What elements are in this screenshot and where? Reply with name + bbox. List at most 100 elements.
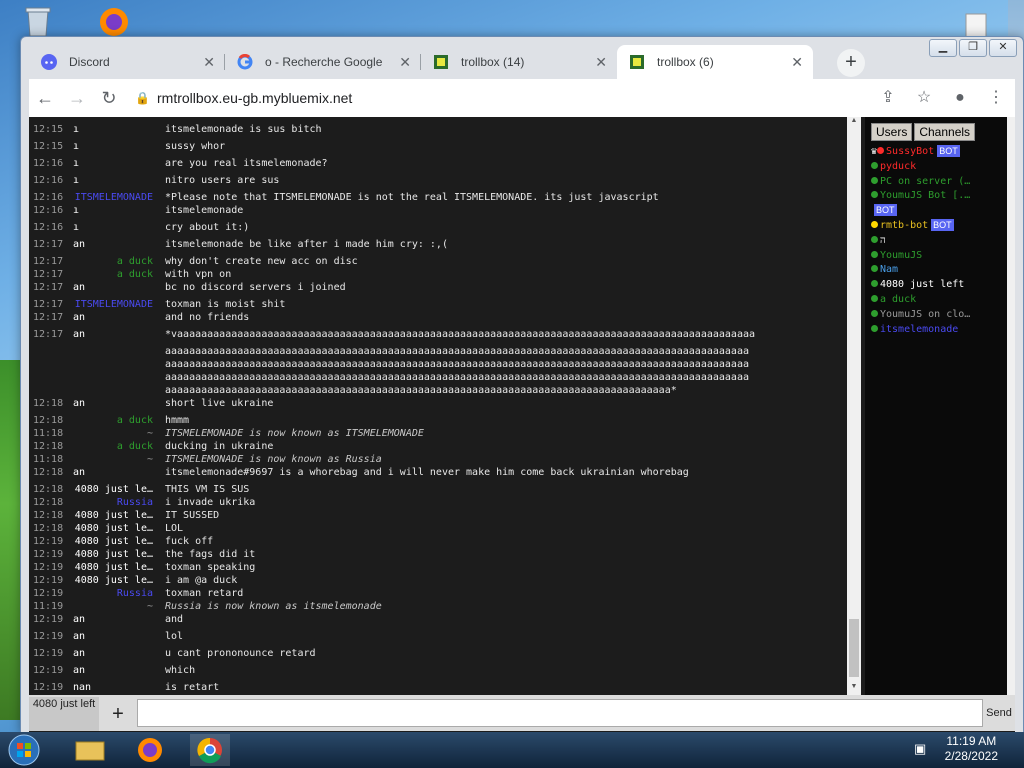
bot-badge: BOT bbox=[931, 219, 954, 231]
minimize-button[interactable]: ▁ bbox=[929, 39, 957, 57]
trollbox-icon bbox=[434, 55, 448, 69]
add-button[interactable]: + bbox=[105, 701, 131, 727]
message-nick[interactable]: an bbox=[73, 466, 153, 479]
message-nick[interactable]: a duck bbox=[73, 255, 153, 268]
maximize-button[interactable]: ❐ bbox=[959, 39, 987, 57]
user-list-item[interactable]: a duck bbox=[871, 293, 916, 306]
message-nick[interactable]: an bbox=[73, 328, 153, 341]
user-list-item[interactable]: rmtb-bot BOT bbox=[871, 219, 954, 232]
current-channel-button[interactable]: 4080 just left bbox=[29, 697, 99, 731]
user-list-scrollbar[interactable] bbox=[1007, 117, 1015, 695]
menu-kebab-icon[interactable]: ⋮ bbox=[983, 84, 1009, 112]
message-nick[interactable]: an bbox=[73, 238, 153, 251]
windows-start-icon[interactable] bbox=[4, 732, 44, 768]
user-list-item[interactable]: itsmelemonade bbox=[871, 323, 958, 336]
tab-close-icon[interactable]: ✕ bbox=[791, 45, 803, 79]
message-nick[interactable]: an bbox=[73, 613, 153, 626]
message-nick[interactable]: nan bbox=[73, 681, 153, 694]
share-icon[interactable]: ⇪ bbox=[875, 84, 901, 112]
message-nick[interactable]: 4080 just le… bbox=[73, 561, 153, 574]
forward-arrow-icon[interactable]: → bbox=[61, 82, 93, 114]
user-list-item[interactable]: pyduck bbox=[871, 160, 916, 173]
system-clock[interactable]: 11:19 AM 2/28/2022 bbox=[945, 734, 998, 764]
message-nick[interactable]: 4080 just le… bbox=[73, 522, 153, 535]
message-nick[interactable]: a duck bbox=[73, 440, 153, 453]
message-nick[interactable]: ı bbox=[73, 123, 153, 136]
scroll-up-icon[interactable]: ▲ bbox=[847, 117, 861, 129]
back-arrow-icon[interactable]: ← bbox=[29, 82, 61, 114]
message-text: *Please note that ITSMELEMONADE is not t… bbox=[165, 192, 659, 203]
tab-discord[interactable]: Discord ✕ bbox=[29, 45, 225, 79]
message-nick[interactable]: an bbox=[73, 311, 153, 324]
message-nick[interactable]: an bbox=[73, 664, 153, 677]
chat-message-row: 12:16 ı nitro users are sus bbox=[29, 174, 847, 187]
scrollbar-thumb[interactable] bbox=[849, 619, 859, 677]
tab-users[interactable]: Users bbox=[871, 123, 913, 141]
tab-trollbox-14[interactable]: trollbox (14) ✕ bbox=[421, 45, 617, 79]
message-nick[interactable]: ı bbox=[73, 157, 153, 170]
bookmark-star-icon[interactable]: ☆ bbox=[911, 84, 937, 112]
message-nick[interactable]: ITSMELEMONADE bbox=[73, 298, 153, 311]
message-nick[interactable]: an bbox=[73, 397, 153, 410]
chat-log[interactable]: 12:15 ı itsmelemonade is sus bitch 12:15 ı su… bbox=[29, 117, 847, 695]
message-nick[interactable]: 4080 just le… bbox=[73, 574, 153, 587]
file-explorer-icon[interactable] bbox=[70, 734, 110, 766]
chat-scrollbar[interactable]: ▲ ▼ bbox=[847, 117, 861, 695]
firefox-taskbar-icon[interactable] bbox=[130, 734, 170, 766]
message-time: 11:18 bbox=[33, 454, 64, 465]
user-list-item[interactable]: YoumuJS on clo… bbox=[871, 308, 970, 321]
message-nick[interactable]: ı bbox=[73, 204, 153, 217]
tab-close-icon[interactable]: ✕ bbox=[399, 45, 411, 79]
user-list-item[interactable]: 4080 just left bbox=[871, 278, 964, 291]
tab-title: Discord bbox=[69, 55, 110, 69]
message-nick[interactable]: 4080 just le… bbox=[73, 548, 153, 561]
message-nick[interactable]: an bbox=[73, 630, 153, 643]
message-nick[interactable]: Russia bbox=[73, 496, 153, 509]
tab-trollbox-6[interactable]: trollbox (6) ✕ bbox=[617, 45, 813, 79]
message-nick[interactable]: ı bbox=[73, 221, 153, 234]
reload-icon[interactable]: ↻ bbox=[93, 82, 125, 114]
message-nick[interactable]: 4080 just le… bbox=[73, 483, 153, 496]
message-nick[interactable]: 4080 just le… bbox=[73, 509, 153, 522]
chat-message-row: 12:19 an which bbox=[29, 664, 847, 677]
message-nick[interactable]: Russia bbox=[73, 587, 153, 600]
status-dot-icon bbox=[871, 235, 878, 243]
user-list-item[interactable]: ה bbox=[871, 234, 886, 247]
user-list-item[interactable]: BOT bbox=[871, 204, 897, 217]
tab-google[interactable]: o - Recherche Google ✕ bbox=[225, 45, 421, 79]
user-list-item[interactable]: Nam bbox=[871, 263, 898, 276]
message-nick[interactable]: ı bbox=[73, 174, 153, 187]
send-button[interactable]: Send bbox=[983, 699, 1015, 727]
message-text: aaaaaaaaaaaaaaaaaaaaaaaaaaaaaaaaaaaaaaaa… bbox=[165, 346, 749, 357]
firefox-desktop-icon[interactable] bbox=[96, 4, 132, 40]
chrome-taskbar-icon[interactable] bbox=[190, 734, 230, 766]
lock-icon[interactable]: 🔒 bbox=[135, 91, 151, 105]
tab-close-icon[interactable]: ✕ bbox=[595, 45, 607, 79]
recycle-bin-icon[interactable] bbox=[20, 4, 56, 40]
message-nick[interactable]: an bbox=[73, 281, 153, 294]
message-nick[interactable]: a duck bbox=[73, 414, 153, 427]
user-list-item[interactable]: YoumuJS bbox=[871, 249, 922, 262]
message-nick[interactable]: ~ bbox=[73, 453, 153, 466]
new-tab-button[interactable]: + bbox=[837, 49, 865, 77]
message-nick[interactable]: ı bbox=[73, 140, 153, 153]
user-list-item[interactable]: PC on server (… bbox=[871, 175, 970, 188]
message-nick[interactable]: 4080 just le… bbox=[73, 535, 153, 548]
address-bar[interactable]: 🔒 rmtrollbox.eu-gb.mybluemix.net bbox=[129, 84, 829, 112]
user-list-item[interactable]: YoumuJS Bot [.… bbox=[871, 189, 970, 202]
user-list-item[interactable]: ♛ SussyBot BOT bbox=[871, 145, 960, 158]
network-tray-icon[interactable]: ▣ bbox=[914, 741, 932, 759]
chat-message-row: 12:16 ı itsmelemonade bbox=[29, 204, 847, 217]
message-text: are you real itsmelemonade? bbox=[165, 158, 328, 169]
scroll-down-icon[interactable]: ▼ bbox=[847, 683, 861, 695]
message-nick[interactable]: ~ bbox=[73, 427, 153, 440]
profile-icon[interactable]: ● bbox=[947, 84, 973, 112]
message-input[interactable] bbox=[137, 699, 983, 727]
tab-close-icon[interactable]: ✕ bbox=[203, 45, 215, 79]
message-nick[interactable]: ITSMELEMONADE bbox=[73, 191, 153, 204]
message-nick[interactable]: an bbox=[73, 647, 153, 660]
close-window-button[interactable]: ✕ bbox=[989, 39, 1017, 57]
message-nick[interactable]: a duck bbox=[73, 268, 153, 281]
message-nick[interactable]: ~ bbox=[73, 600, 153, 613]
tab-channels[interactable]: Channels bbox=[914, 123, 976, 141]
